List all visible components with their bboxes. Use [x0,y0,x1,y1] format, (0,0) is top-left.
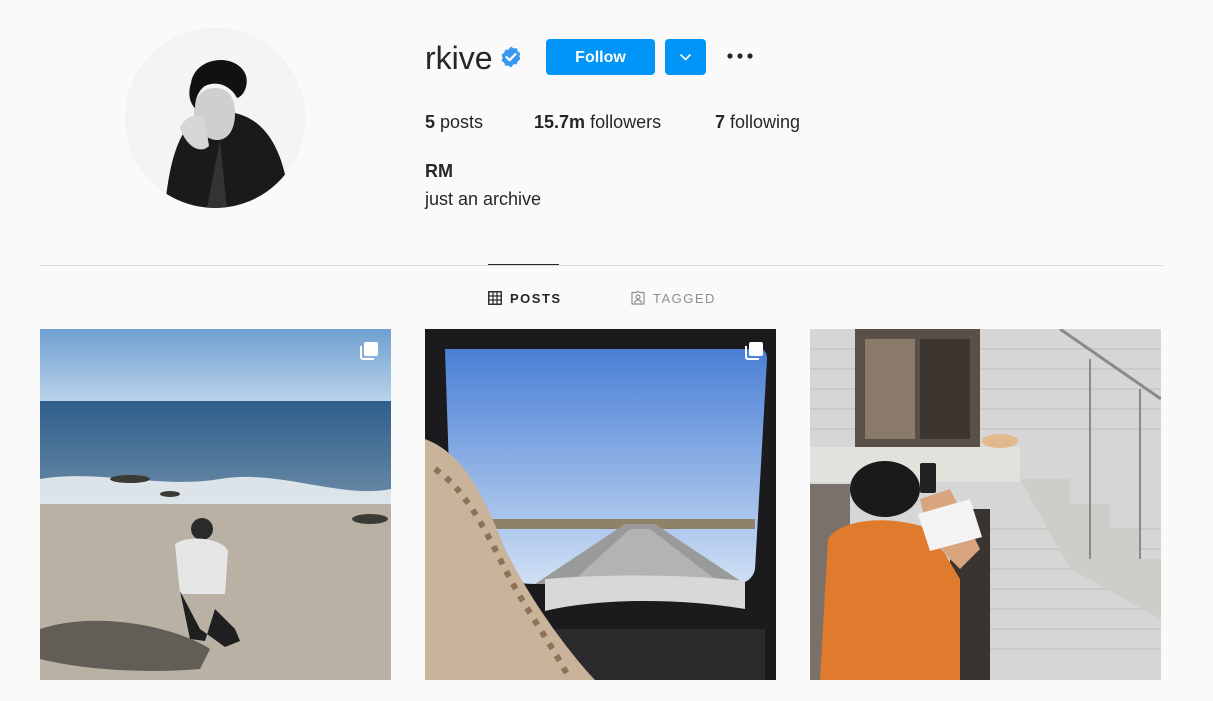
multiple-photos-icon [744,341,764,361]
tab-tagged-label: TAGGED [653,290,716,306]
post-tile-2[interactable] [425,329,776,680]
profile-avatar[interactable] [125,28,305,208]
posts-stat: 5 posts [425,110,483,134]
posts-label: posts [440,112,484,132]
tab-posts-label: POSTS [510,290,562,306]
profile-full-name: RM [425,161,453,181]
grid-icon [488,291,502,305]
followers-count: 15.7m [534,112,586,132]
posts-count: 5 [425,112,436,132]
post-image-road [425,329,776,680]
following-stat[interactable]: 7 following [715,110,800,134]
profile-bio: just an archive [425,189,542,209]
following-label: following [730,112,801,132]
tabs-divider [40,265,1163,266]
verified-badge-icon [499,45,523,69]
followers-stat[interactable]: 15.7m followers [534,110,661,134]
followers-label: followers [590,112,662,132]
post-image-building [810,329,1161,680]
chevron-down-icon [680,54,691,61]
follow-button[interactable]: Follow [546,39,655,75]
more-options-icon[interactable] [726,44,754,68]
post-image-beach [40,329,391,680]
multiple-photos-icon [359,341,379,361]
post-tile-1[interactable] [40,329,391,680]
tab-posts[interactable]: POSTS [488,289,562,307]
profile-username: rkive [425,40,493,76]
suggested-accounts-button[interactable] [665,39,706,75]
tab-tagged[interactable]: TAGGED [631,289,716,307]
post-tile-3[interactable] [810,329,1161,680]
tagged-user-icon [631,290,645,305]
active-tab-indicator [488,264,559,265]
following-count: 7 [715,112,726,132]
